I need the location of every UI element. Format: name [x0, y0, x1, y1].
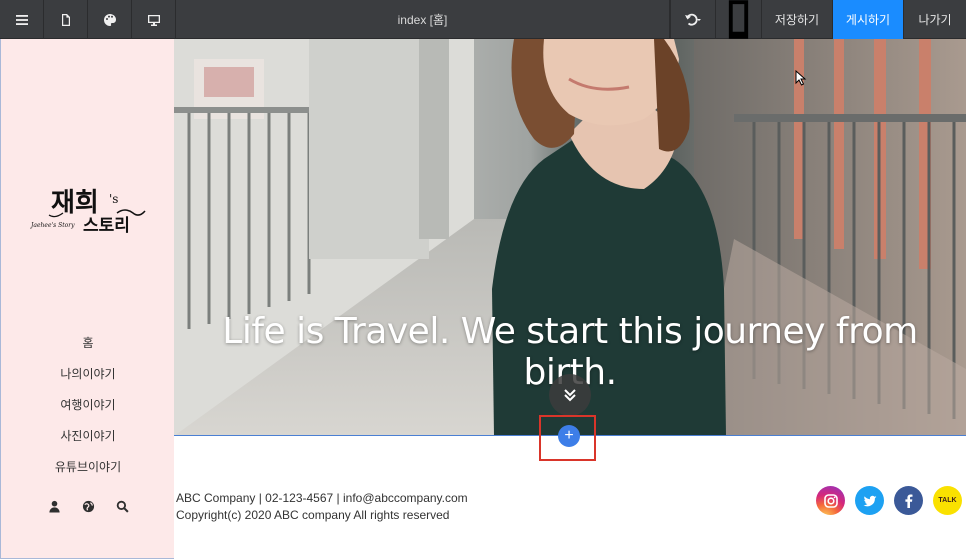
twitter-icon	[863, 495, 876, 506]
nav-item-travel-story[interactable]: 여행이야기	[1, 389, 175, 420]
nav-item-photo-story[interactable]: 사진이야기	[1, 420, 175, 451]
facebook-link[interactable]	[894, 486, 923, 515]
mobile-icon	[728, 0, 749, 39]
kakaotalk-icon: TALK	[938, 497, 957, 504]
svg-text:스토리: 스토리	[83, 216, 130, 236]
svg-text:Jaehee's Story: Jaehee's Story	[29, 222, 75, 229]
site-sidebar: 재희 's 스토리 Jaehee's Story 홈 나의이야기 여행이야기 사…	[0, 39, 174, 559]
instagram-icon	[823, 493, 838, 508]
facebook-icon	[904, 494, 912, 508]
publish-button[interactable]: 게시하기	[833, 0, 904, 39]
language-button[interactable]	[81, 499, 95, 513]
page-title: index [홈]	[176, 0, 670, 38]
user-button[interactable]	[47, 499, 61, 513]
sidebar-icon-row	[1, 499, 175, 513]
sidebar-nav: 홈 나의이야기 여행이야기 사진이야기 유튜브이야기	[1, 327, 175, 482]
add-section-button[interactable]: +	[558, 425, 580, 447]
nav-item-youtube-story[interactable]: 유튜브이야기	[1, 451, 175, 482]
footer-contact: ABC Company | 02-123-4567 | info@abccomp…	[176, 491, 468, 505]
footer-copyright: Copyright(c) 2020 ABC company All rights…	[176, 508, 450, 522]
menu-button[interactable]	[0, 0, 44, 39]
instagram-link[interactable]	[816, 486, 845, 515]
editor-toolbar: index [홈] 저장하기 게시하기 나가기	[0, 0, 966, 39]
page-button[interactable]	[44, 0, 88, 39]
nav-item-my-story[interactable]: 나의이야기	[1, 358, 175, 389]
hero-section[interactable]: Life is Travel. We start this journey fr…	[174, 39, 966, 436]
site-logo[interactable]: 재희 's 스토리 Jaehee's Story	[29, 181, 149, 239]
twitter-link[interactable]	[855, 486, 884, 515]
plus-icon: +	[564, 427, 574, 444]
footer-info: ABC Company | 02-123-4567 | info@abccomp…	[176, 490, 468, 524]
palette-icon	[103, 13, 116, 26]
scroll-down-button[interactable]	[549, 374, 591, 416]
mobile-view-button[interactable]	[716, 0, 762, 39]
exit-button[interactable]: 나가기	[904, 0, 966, 39]
desktop-icon	[147, 14, 160, 26]
double-chevron-down-icon	[564, 389, 576, 402]
svg-text:재희: 재희	[51, 188, 99, 218]
save-button[interactable]: 저장하기	[762, 0, 833, 39]
user-icon	[48, 500, 60, 513]
mouse-cursor-icon	[795, 70, 807, 86]
theme-button[interactable]	[88, 0, 132, 39]
desktop-view-button[interactable]	[132, 0, 176, 39]
social-links: TALK	[816, 486, 962, 515]
kakaotalk-link[interactable]: TALK	[933, 486, 962, 515]
page-icon	[61, 13, 70, 26]
nav-item-home[interactable]: 홈	[1, 327, 175, 358]
search-icon	[116, 500, 129, 513]
undo-icon	[685, 13, 701, 26]
svg-text:'s: 's	[109, 192, 118, 206]
globe-icon	[82, 500, 94, 512]
search-button[interactable]	[115, 499, 129, 513]
menu-icon	[15, 14, 28, 25]
undo-button[interactable]	[670, 0, 716, 39]
